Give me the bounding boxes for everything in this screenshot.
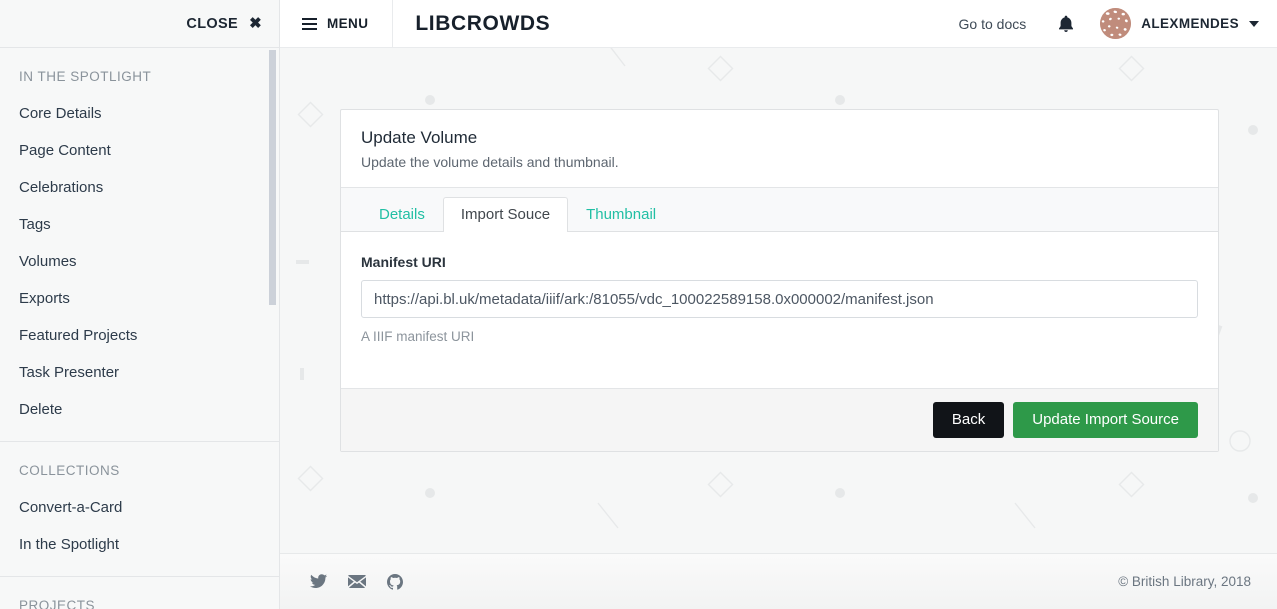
sidebar-item-tags[interactable]: Tags <box>0 206 279 243</box>
page-footer: © British Library, 2018 <box>280 553 1277 609</box>
sidebar-item-exports[interactable]: Exports <box>0 280 279 317</box>
sidebar-section-projects: PROJECTS <box>0 577 279 609</box>
notification-bell-button[interactable] <box>1042 15 1090 33</box>
sidebar-item-task-presenter[interactable]: Task Presenter <box>0 354 279 391</box>
email-icon <box>348 574 366 588</box>
github-icon <box>387 573 403 590</box>
sidebar-header: CLOSE ✖ <box>0 0 279 48</box>
notification-bell-icon <box>1059 15 1074 32</box>
sidebar-item-celebrations[interactable]: Celebrations <box>0 169 279 206</box>
page-title: Update Volume <box>361 128 478 147</box>
navbar-right-group: Go to docs ALEXMENDES <box>943 0 1277 47</box>
manifest-uri-input[interactable] <box>361 280 1198 318</box>
sidebar-section-title: PROJECTS <box>19 598 96 609</box>
chevron-down-icon <box>1249 20 1259 27</box>
sidebar-scroll-area: IN THE SPOTLIGHT Core Details Page Conte… <box>0 48 279 609</box>
update-import-source-button[interactable]: Update Import Source <box>1013 402 1198 438</box>
sidebar-item-featured-projects[interactable]: Featured Projects <box>0 317 279 354</box>
menu-button-label: MENU <box>327 16 369 31</box>
sidebar-item-convert-a-card[interactable]: Convert-a-Card <box>0 489 279 526</box>
email-link[interactable] <box>348 574 366 589</box>
sidebar-item-volumes[interactable]: Volumes <box>0 243 279 280</box>
tab-import-source[interactable]: Import Souce <box>442 197 569 232</box>
social-links <box>310 573 403 590</box>
sidebar-section-title: COLLECTIONS <box>19 463 120 478</box>
close-x-icon: ✖ <box>249 15 262 32</box>
hamburger-icon <box>302 17 317 30</box>
close-button-label: CLOSE <box>186 15 239 32</box>
go-to-docs-link[interactable]: Go to docs <box>943 16 1043 32</box>
sidebar-section-collections: COLLECTIONS Convert-a-Card In the Spotli… <box>0 442 279 563</box>
back-button[interactable]: Back <box>932 402 1005 438</box>
manifest-uri-label: Manifest URI <box>361 254 446 270</box>
user-avatar <box>1100 8 1132 39</box>
sidebar-item-in-the-spotlight[interactable]: In the Spotlight <box>0 526 279 563</box>
username-label: ALEXMENDES <box>1141 16 1239 31</box>
card-body: Manifest URI A IIIF manifest URI <box>341 232 1218 388</box>
twitter-icon <box>310 574 327 588</box>
sidebar-item-delete[interactable]: Delete <box>0 391 279 428</box>
top-navbar: MENU LIBCROWDS Go to docs ALEXMENDES <box>280 0 1277 48</box>
user-account-menu[interactable]: ALEXMENDES <box>1090 8 1259 39</box>
tab-details[interactable]: Details <box>361 197 443 231</box>
sidebar-section-title: IN THE SPOTLIGHT <box>19 69 152 84</box>
github-link[interactable] <box>387 573 403 590</box>
sidebar-item-core-details[interactable]: Core Details <box>0 95 279 132</box>
card-tabs: Details Import Souce Thumbnail <box>341 188 1218 232</box>
sidebar: CLOSE ✖ IN THE SPOTLIGHT Core Details Pa… <box>0 0 280 609</box>
avatar-identicon-icon <box>1100 8 1132 39</box>
update-volume-card: Update Volume Update the volume details … <box>340 109 1219 452</box>
close-sidebar-button[interactable]: CLOSE ✖ <box>186 16 262 32</box>
twitter-link[interactable] <box>310 574 327 589</box>
main-content-area: Update Volume Update the volume details … <box>280 48 1277 553</box>
sidebar-item-page-content[interactable]: Page Content <box>0 132 279 169</box>
sidebar-scrollbar-track[interactable] <box>269 48 278 609</box>
sidebar-section-in-the-spotlight: IN THE SPOTLIGHT Core Details Page Conte… <box>0 48 279 428</box>
manifest-uri-help-text: A IIIF manifest URI <box>361 329 475 344</box>
menu-toggle-button[interactable]: MENU <box>280 0 394 47</box>
brand-logo[interactable]: LIBCROWDS <box>393 0 550 47</box>
card-footer-actions: Back Update Import Source <box>341 388 1218 451</box>
tab-thumbnail[interactable]: Thumbnail <box>568 197 674 231</box>
copyright-text: © British Library, 2018 <box>1118 574 1251 589</box>
page-subtitle: Update the volume details and thumbnail. <box>361 154 619 170</box>
card-header: Update Volume Update the volume details … <box>341 110 1218 188</box>
sidebar-scrollbar-thumb[interactable] <box>269 50 276 305</box>
